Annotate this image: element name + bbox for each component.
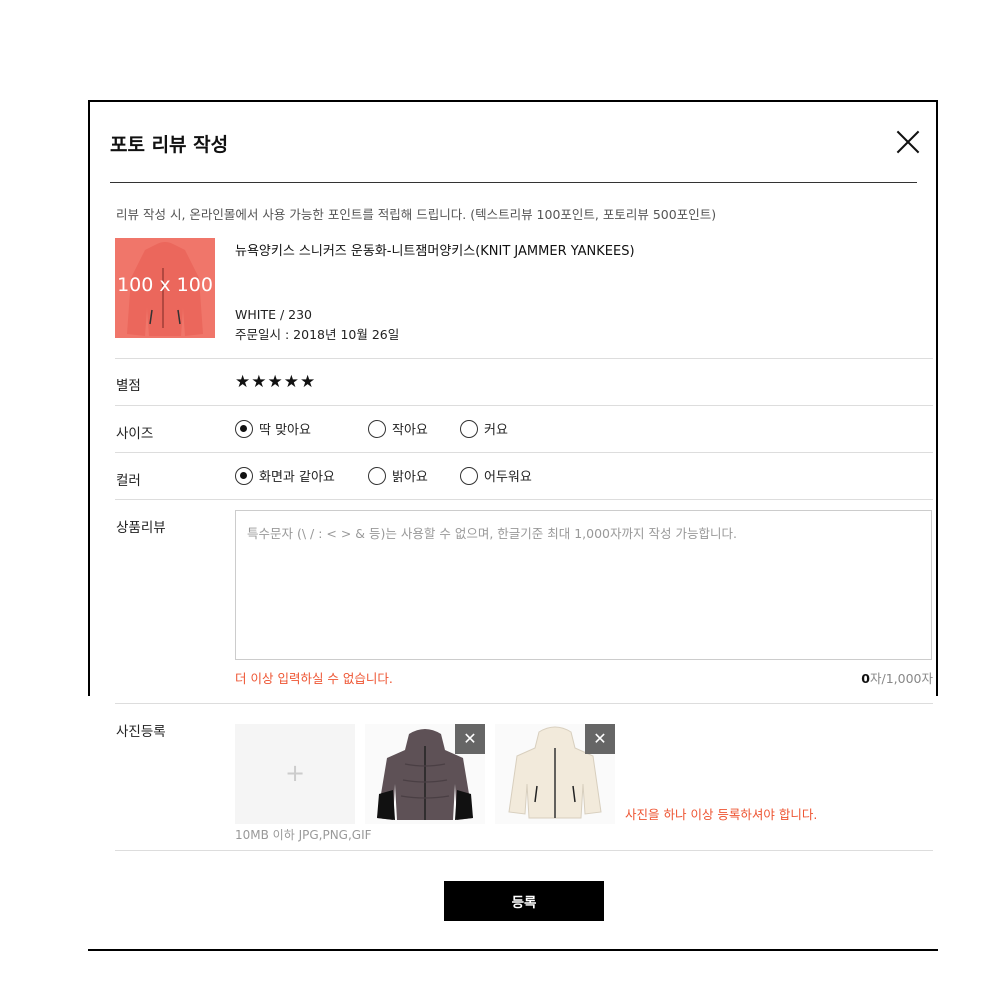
uploaded-photo: ✕ <box>365 724 485 824</box>
product-option: WHITE / 230 <box>235 307 312 322</box>
review-textarea[interactable] <box>236 511 931 659</box>
uploaded-photo: ✕ <box>495 724 615 824</box>
color-option-label: 화면과 같아요 <box>259 470 335 485</box>
delete-photo-button[interactable]: ✕ <box>585 724 615 754</box>
radio-unchecked-icon <box>368 419 386 438</box>
size-option-label: 커요 <box>484 423 508 438</box>
char-max: 자/1,000자 <box>870 671 933 686</box>
photo-label: 사진등록 <box>116 724 166 740</box>
radio-unchecked-icon <box>368 466 386 485</box>
close-icon[interactable] <box>896 130 920 154</box>
size-option-label: 작아요 <box>392 423 428 438</box>
divider <box>115 405 933 406</box>
color-option-label: 밝아요 <box>392 470 428 485</box>
review-error-message: 더 이상 입력하실 수 없습니다. <box>235 671 393 686</box>
color-label: 컬러 <box>116 473 141 489</box>
rating-label: 별점 <box>116 378 141 394</box>
photo-error-message: 사진을 하나 이상 등록하셔야 합니다. <box>625 807 818 822</box>
border-gap-right <box>935 696 938 949</box>
char-counter: 0자/1,000자 <box>833 668 933 687</box>
size-option-fit[interactable]: 딱 맞아요 <box>235 419 311 438</box>
photo-review-modal: 포토 리뷰 작성 리뷰 작성 시, 온라인몰에서 사용 가능한 포인트를 적립해… <box>88 100 938 951</box>
add-photo-button[interactable]: + <box>235 724 355 824</box>
border-gap-left <box>88 696 91 949</box>
size-option-label: 딱 맞아요 <box>259 423 311 438</box>
photo-upload-hint: 10MB 이하 JPG,PNG,GIF <box>235 828 372 842</box>
delete-photo-button[interactable]: ✕ <box>455 724 485 754</box>
star-rating[interactable]: ★★★★★ <box>235 372 316 392</box>
points-notice: 리뷰 작성 시, 온라인몰에서 사용 가능한 포인트를 적립해 드립니다. (텍… <box>116 207 717 222</box>
divider <box>115 452 933 453</box>
radio-checked-icon <box>235 466 253 485</box>
submit-button[interactable]: 등록 <box>444 881 604 921</box>
divider <box>115 499 933 500</box>
order-date: 주문일시 : 2018년 10월 26일 <box>235 327 400 342</box>
plus-icon: + <box>284 759 306 787</box>
modal-bottom-border <box>88 949 938 951</box>
divider <box>115 358 933 359</box>
product-name: 뉴욕양키스 스니커즈 운동화-니트잼머양키스(KNIT JAMMER YANKE… <box>235 244 635 259</box>
divider <box>115 850 933 851</box>
radio-unchecked-icon <box>460 466 478 485</box>
thumbnail-size-label: 100 x 100 <box>117 274 213 296</box>
product-thumbnail: 100 x 100 <box>115 238 215 338</box>
color-option-same[interactable]: 화면과 같아요 <box>235 466 335 485</box>
color-option-brighter[interactable]: 밝아요 <box>368 466 428 485</box>
review-textarea-box <box>235 510 932 660</box>
radio-checked-icon <box>235 419 253 438</box>
review-label: 상품리뷰 <box>116 520 166 536</box>
modal-title: 포토 리뷰 작성 <box>110 134 229 156</box>
title-divider <box>110 182 917 183</box>
size-option-small[interactable]: 작아요 <box>368 419 428 438</box>
char-count: 0 <box>861 671 870 686</box>
color-option-label: 어두워요 <box>484 470 532 485</box>
size-option-large[interactable]: 커요 <box>460 419 508 438</box>
radio-unchecked-icon <box>460 419 478 438</box>
color-option-darker[interactable]: 어두워요 <box>460 466 532 485</box>
size-label: 사이즈 <box>116 426 154 442</box>
divider <box>115 703 933 704</box>
